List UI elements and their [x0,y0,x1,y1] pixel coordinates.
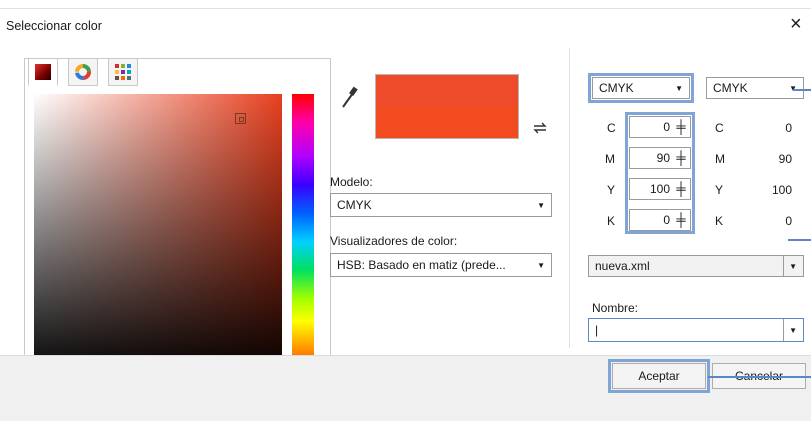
chevron-down-icon: ▼ [783,256,803,276]
y-label: Y [607,183,616,197]
spinner-icon[interactable]: ╪ [674,150,688,166]
chevron-down-icon: ▼ [675,83,683,93]
vertical-divider [569,48,570,348]
viewers-select-value: HSB: Basado en matiz (prede... [337,258,506,272]
viewers-select[interactable]: HSB: Basado en matiz (prede... ▼ [330,253,552,277]
k-input[interactable]: 0 ╪ [629,209,691,231]
y-input-value: 100 [649,182,670,196]
color-preview-swatch [375,74,519,139]
c-ref-label: C [715,121,724,135]
c-ref-value: 0 [785,121,792,135]
callout-line [793,89,811,91]
y-ref-value: 100 [771,183,792,197]
name-label: Nombre: [592,301,639,315]
callout-line [708,376,811,378]
m-input-value: 90 [656,151,670,165]
left-model-select-value: CMYK [599,81,634,95]
ok-button[interactable]: Aceptar [612,363,706,389]
k-label: K [607,214,616,228]
model-select[interactable]: CMYK ▼ [330,193,552,217]
name-input-value: | [595,323,599,337]
c-input-value: 0 [663,120,670,134]
close-icon[interactable]: × [790,14,802,34]
chevron-down-icon: ▼ [537,200,545,210]
left-model-select[interactable]: CMYK ▼ [592,77,690,99]
hue-slider[interactable] [292,94,314,378]
k-ref-value: 0 [785,214,792,228]
k-ref-label: K [715,214,724,228]
tab-color-wheel[interactable] [68,58,98,86]
y-ref-label: Y [715,183,724,197]
m-input[interactable]: 90 ╪ [629,147,691,169]
color-position-marker[interactable] [235,113,246,124]
m-ref-value: 90 [778,152,792,166]
color-square-icon [35,64,51,80]
color-wheel-icon [75,64,91,80]
k-input-value: 0 [663,213,670,227]
color-grid-icon [115,64,131,80]
tab-color-grid[interactable] [108,58,138,86]
saturation-brightness-square[interactable] [34,94,282,378]
model-select-value: CMYK [337,198,372,212]
eyedropper-icon[interactable] [340,84,360,110]
chevron-down-icon: ▼ [783,319,803,341]
right-model-select[interactable]: CMYK ▼ [706,77,804,99]
palette-select[interactable]: nueva.xml ▼ [588,255,804,277]
spinner-icon[interactable]: ╪ [674,212,688,228]
m-label: M [605,152,615,166]
swap-colors-icon[interactable] [530,118,550,138]
spinner-icon[interactable]: ╪ [674,119,688,135]
c-input[interactable]: 0 ╪ [629,116,691,138]
spinner-icon[interactable]: ╪ [674,181,688,197]
right-model-select-value: CMYK [713,81,748,95]
top-border [0,8,811,9]
dialog-title: Seleccionar color [6,19,102,33]
viewers-label: Visualizadores de color: [330,234,458,248]
model-label: Modelo: [330,175,373,189]
chevron-down-icon: ▼ [537,260,545,270]
m-ref-label: M [715,152,725,166]
chevron-down-icon: ▼ [789,83,797,93]
c-label: C [607,121,616,135]
palette-select-value: nueva.xml [595,259,650,273]
tab-color-square[interactable] [28,58,58,86]
name-input[interactable]: | ▼ [588,318,804,342]
callout-line [788,239,811,241]
y-input[interactable]: 100 ╪ [629,178,691,200]
